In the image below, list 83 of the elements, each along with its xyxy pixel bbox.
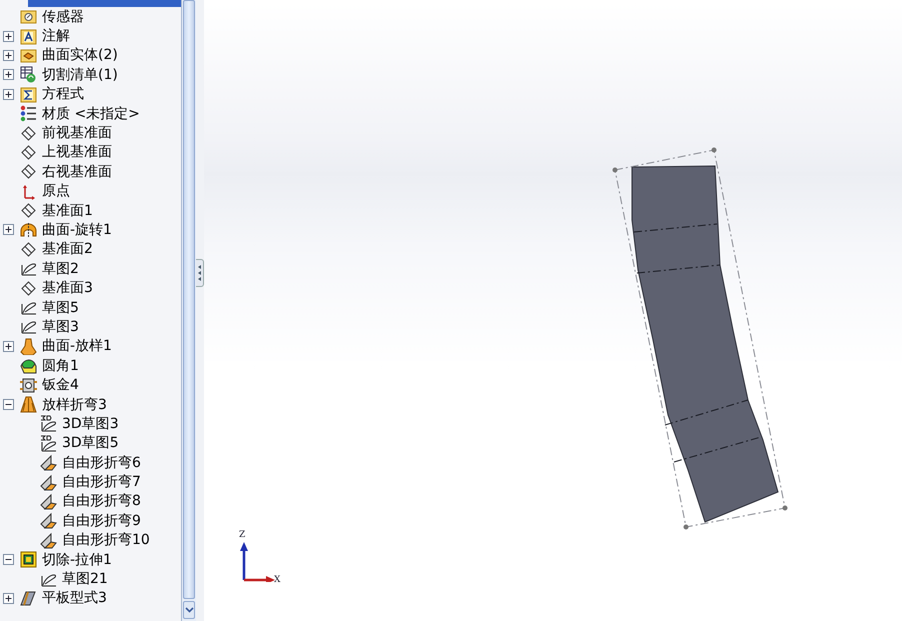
bend-icon bbox=[40, 492, 57, 510]
sheet-metal-icon bbox=[20, 376, 37, 394]
minus-icon bbox=[5, 401, 12, 408]
plus-icon bbox=[5, 342, 12, 350]
bend-icon bbox=[40, 532, 57, 549]
tree-item[interactable]: 切除-拉伸1 bbox=[42, 550, 112, 569]
material-icon bbox=[20, 105, 37, 122]
z-axis-label: Z bbox=[239, 530, 246, 540]
bend-icon bbox=[40, 474, 57, 491]
tree-item[interactable]: 曲面-放样1 bbox=[42, 337, 112, 356]
tree-item[interactable]: 自由形折弯10 bbox=[62, 531, 150, 550]
panel-collapse-handle[interactable] bbox=[196, 259, 204, 287]
body-folder-icon bbox=[20, 46, 37, 64]
plus-icon bbox=[5, 71, 12, 78]
tree-item[interactable]: 右视基准面 bbox=[42, 162, 112, 181]
plus-icon bbox=[5, 226, 12, 234]
cut-list-icon bbox=[20, 66, 37, 84]
lofted-bend-icon bbox=[20, 396, 37, 413]
tree-item[interactable]: 基准面3 bbox=[42, 279, 93, 298]
tree-item[interactable]: 注解 bbox=[42, 27, 70, 46]
collapse-toggle[interactable] bbox=[3, 399, 14, 410]
expand-toggle[interactable] bbox=[3, 50, 14, 61]
tree-item[interactable]: 圆角1 bbox=[42, 356, 79, 375]
expand-toggle[interactable] bbox=[3, 592, 14, 604]
tree-item[interactable]: 放样折弯3 bbox=[42, 396, 107, 414]
plane-icon bbox=[20, 280, 37, 297]
revolve-icon bbox=[20, 221, 37, 238]
annotation-folder-icon bbox=[20, 28, 37, 45]
tree-item[interactable]: 基准面2 bbox=[42, 240, 93, 258]
tree-item[interactable]: 平板型式3 bbox=[42, 589, 107, 608]
scroll-down-button[interactable] bbox=[183, 601, 195, 619]
loft-icon bbox=[20, 338, 37, 355]
cut-extrude-icon bbox=[20, 551, 37, 568]
tree-item[interactable]: 3D草图3 bbox=[62, 414, 119, 433]
expand-toggle[interactable] bbox=[3, 30, 14, 42]
expand-toggle[interactable] bbox=[3, 69, 14, 80]
tree-item[interactable]: 前视基准面 bbox=[42, 124, 112, 142]
tree-item[interactable]: 自由形折弯9 bbox=[62, 512, 141, 530]
tree-item[interactable]: 方程式 bbox=[42, 85, 84, 104]
flat-pattern-icon bbox=[20, 590, 37, 607]
plus-icon bbox=[5, 90, 12, 98]
tree-item[interactable]: 钣金4 bbox=[42, 376, 79, 394]
origin-icon bbox=[20, 182, 37, 200]
plane-icon bbox=[20, 144, 37, 161]
tree-item[interactable]: 基准面1 bbox=[42, 202, 93, 220]
tree-item[interactable]: 草图5 bbox=[42, 298, 79, 317]
tree-item[interactable]: 草图3 bbox=[42, 318, 79, 336]
fillet-icon bbox=[20, 357, 37, 374]
plus-icon bbox=[5, 594, 12, 602]
plane-icon bbox=[20, 202, 37, 220]
scrollbar[interactable] bbox=[181, 0, 196, 621]
tree-item[interactable]: 自由形折弯8 bbox=[62, 492, 141, 510]
expand-toggle[interactable] bbox=[3, 224, 14, 236]
tree-item[interactable]: 草图21 bbox=[62, 570, 108, 588]
sketch-3d-icon bbox=[40, 434, 57, 452]
tree-item[interactable]: 切割清单(1) bbox=[42, 66, 118, 84]
sensor-folder-icon bbox=[20, 8, 37, 26]
tree-item[interactable]: 上视基准面 bbox=[42, 143, 112, 162]
plus-icon bbox=[5, 32, 12, 40]
tree-item[interactable]: 原点 bbox=[42, 182, 70, 200]
tree-item[interactable]: 材质 <未指定> bbox=[42, 104, 140, 123]
bend-icon bbox=[40, 512, 57, 530]
chevron-down-icon bbox=[184, 607, 194, 613]
x-axis-label: X bbox=[274, 575, 280, 585]
plane-icon bbox=[20, 124, 37, 142]
tree-item[interactable]: 曲面实体(2) bbox=[42, 46, 118, 64]
equation-folder-icon bbox=[20, 86, 37, 103]
tree-item[interactable]: 3D草图5 bbox=[62, 434, 119, 452]
tree-item[interactable]: 曲面-旋转1 bbox=[42, 220, 112, 239]
plus-icon bbox=[5, 52, 12, 59]
bend-icon bbox=[40, 454, 57, 472]
expand-toggle[interactable] bbox=[3, 340, 14, 352]
tree-item[interactable]: 自由形折弯7 bbox=[62, 473, 141, 492]
collapse-toggle[interactable] bbox=[3, 554, 14, 566]
tree-item[interactable]: 草图2 bbox=[42, 260, 79, 278]
collapse-arrows-icon bbox=[197, 263, 202, 283]
plane-icon bbox=[20, 163, 37, 180]
plane-icon bbox=[20, 240, 37, 258]
scrollbar-thumb[interactable] bbox=[183, 0, 195, 599]
tree-item[interactable]: 传感器 bbox=[42, 8, 84, 26]
sketch-3d-icon bbox=[40, 415, 57, 432]
tree-item[interactable]: 自由形折弯6 bbox=[62, 454, 141, 472]
expand-toggle[interactable] bbox=[3, 88, 14, 100]
